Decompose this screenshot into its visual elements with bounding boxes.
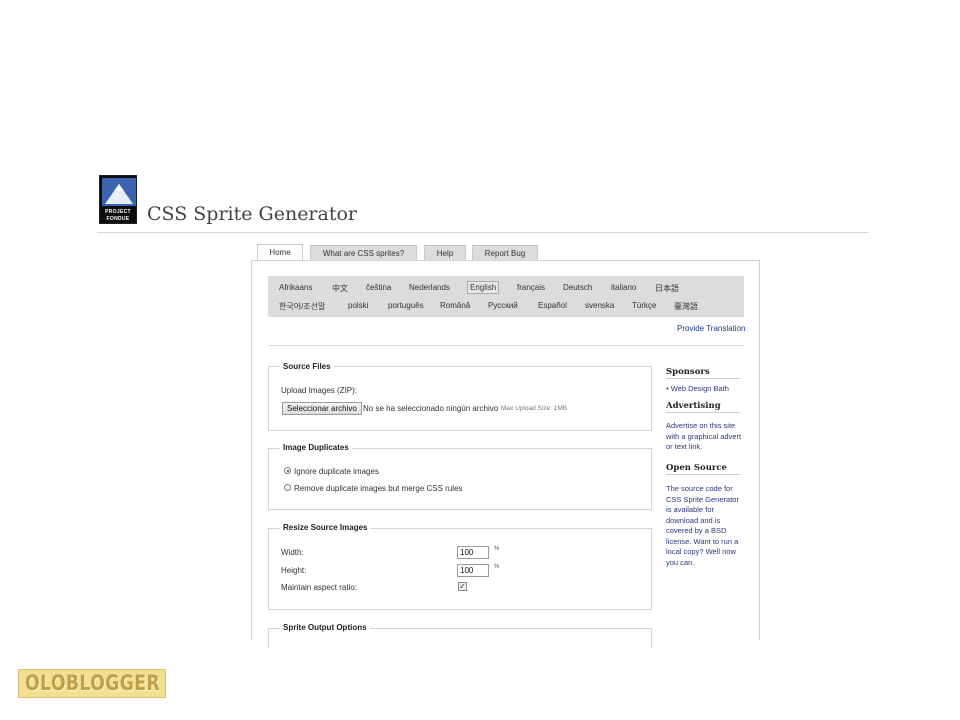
language-bar: Afrikaans 中文 čeština Nederlands English … — [268, 276, 744, 317]
lang-french[interactable]: français — [517, 283, 545, 292]
no-file-selected-text: No se ha seleccionado ningún archivo — [363, 404, 499, 413]
choose-file-button[interactable]: Seleccionar archivo — [282, 402, 362, 415]
lang-english[interactable]: English — [467, 281, 500, 294]
open-source-heading: Open Source — [666, 463, 727, 473]
page-title: CSS Sprite Generator — [147, 203, 358, 225]
sponsors-heading: Sponsors — [666, 367, 710, 377]
mountain-icon — [102, 178, 136, 206]
image-duplicates-fieldset — [268, 448, 652, 510]
lang-dutch[interactable]: Nederlands — [409, 283, 450, 292]
tab-report-bug[interactable]: Report Bug — [472, 245, 538, 261]
tab-what-are-css-sprites[interactable]: What are CSS sprites? — [310, 245, 417, 261]
watermark-text: OLOBLOGGER — [25, 671, 161, 695]
advertising-heading: Advertising — [666, 401, 721, 411]
sponsors-divider — [666, 378, 740, 379]
source-files-fieldset — [268, 366, 652, 431]
ignore-duplicates-radio[interactable] — [284, 467, 291, 474]
image-duplicates-legend: Image Duplicates — [280, 443, 352, 452]
source-files-legend: Source Files — [280, 362, 334, 371]
tab-help[interactable]: Help — [424, 245, 466, 261]
logo-text-fondue: FONDUE — [106, 216, 130, 222]
lang-afrikaans[interactable]: Afrikaans — [279, 283, 312, 292]
advertising-divider — [666, 412, 740, 413]
lang-romanian[interactable]: Română — [440, 301, 470, 310]
lang-taiwanese[interactable]: 臺灣語 — [674, 301, 698, 312]
height-label: Height: — [281, 566, 307, 575]
ignore-duplicates-label[interactable]: Ignore duplicate images — [294, 467, 379, 476]
open-source-text[interactable]: The source code for CSS Sprite Generator… — [666, 484, 746, 568]
site-logo[interactable]: PROJECT FONDUE — [99, 175, 137, 224]
lang-portuguese[interactable]: português — [388, 301, 424, 310]
lang-italian[interactable]: italiano — [611, 283, 636, 292]
lang-japanese[interactable]: 日本語 — [655, 283, 679, 294]
height-input[interactable] — [457, 564, 489, 577]
lang-russian[interactable]: Русский — [488, 301, 518, 310]
lang-german[interactable]: Deutsch — [563, 283, 592, 292]
sponsor-item[interactable]: • Web Design Bath — [666, 384, 729, 393]
upload-images-label: Upload Images (ZIP): — [281, 386, 358, 395]
width-unit: % — [494, 546, 500, 552]
lang-chinese[interactable]: 中文 — [332, 283, 348, 294]
max-upload-size: Max Upload Size: 1MB — [501, 405, 568, 412]
open-source-divider — [666, 474, 740, 475]
maintain-aspect-checkbox[interactable]: ✓ — [458, 582, 467, 591]
lang-turkish[interactable]: Türkçe — [632, 301, 656, 310]
maintain-aspect-label: Maintain aspect ratio: — [281, 583, 358, 592]
lang-spanish[interactable]: Español — [538, 301, 567, 310]
lang-swedish[interactable]: svenska — [585, 301, 614, 310]
merge-duplicates-radio[interactable] — [284, 484, 291, 491]
logo-text-project: PROJECT — [105, 209, 131, 215]
header-divider — [97, 232, 868, 233]
advertising-text[interactable]: Advertise on this site with a graphical … — [666, 421, 746, 453]
resize-images-legend: Resize Source Images — [280, 523, 371, 532]
lang-czech[interactable]: čeština — [366, 283, 391, 292]
panel-divider — [268, 345, 744, 346]
lang-polish[interactable]: polski — [348, 301, 368, 310]
width-input[interactable] — [457, 546, 489, 559]
lang-korean[interactable]: 한국어/조선말 — [279, 301, 325, 312]
provide-translation-link[interactable]: Provide Translation — [677, 324, 745, 333]
oloblogger-watermark: OLOBLOGGER — [18, 669, 166, 698]
merge-duplicates-label[interactable]: Remove duplicate images but merge CSS ru… — [294, 484, 463, 493]
height-unit: % — [494, 564, 500, 570]
sponsor-link[interactable]: Web Design Bath — [671, 384, 729, 393]
sprite-output-legend: Sprite Output Options — [280, 623, 370, 632]
width-label: Width: — [281, 548, 304, 557]
